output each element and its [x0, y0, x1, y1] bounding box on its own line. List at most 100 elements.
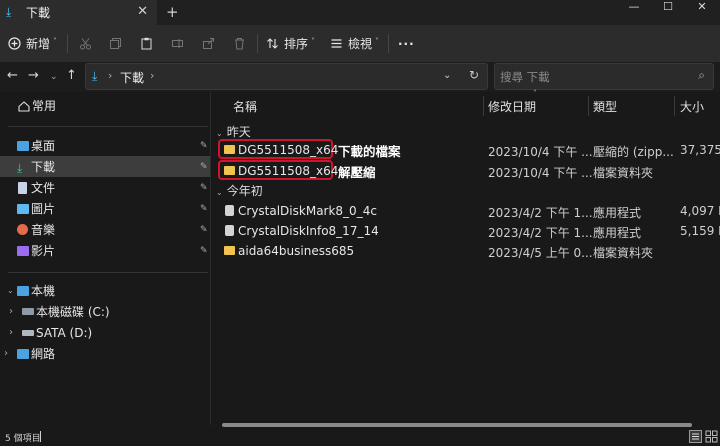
new-button[interactable]: 新增 ˅: [8, 25, 57, 62]
paste-button[interactable]: [140, 25, 153, 62]
tiles-view-icon[interactable]: [705, 430, 718, 443]
file-date: 2023/10/4 下午 ...: [488, 145, 593, 159]
horizontal-scrollbar[interactable]: [222, 423, 692, 427]
pin-icon[interactable]: ✎: [200, 246, 208, 256]
close-window-button[interactable]: ✕: [685, 0, 719, 18]
trash-icon: [235, 38, 244, 50]
cut-button[interactable]: [79, 25, 92, 62]
chevron-down-icon: ⌄: [216, 129, 223, 138]
delete-button[interactable]: [233, 25, 246, 62]
file-name: DG5511508_x64: [238, 164, 339, 178]
sidebar-item-this-pc[interactable]: ⌄ 本機: [0, 280, 210, 301]
pin-icon[interactable]: ✎: [200, 141, 208, 151]
chevron-down-icon: ⌄: [216, 188, 223, 197]
new-label: 新增: [26, 37, 51, 51]
table-row[interactable]: DG5511508_x64 解壓縮 2023/10/4 下午 ... 檔案資料夾: [211, 160, 720, 181]
table-row[interactable]: CrystalDiskInfo8_17_14 2023/4/2 下午 1... …: [211, 221, 720, 241]
divider: [388, 34, 389, 53]
chevron-right-icon[interactable]: ›: [9, 306, 13, 317]
chevron-right-icon[interactable]: ›: [9, 327, 13, 338]
file-name: aida64business685: [238, 244, 355, 258]
chevron-down-icon: ˅: [311, 37, 316, 46]
sidebar-item-drive-c[interactable]: › 本機磁碟 (C:): [0, 301, 210, 322]
chevron-down-icon[interactable]: ⌄: [7, 286, 14, 295]
more-options-button[interactable]: ···: [398, 25, 415, 62]
search-icon[interactable]: ⌕: [698, 68, 705, 83]
sort-ascending-icon: ˄: [533, 89, 537, 98]
column-divider[interactable]: [588, 96, 589, 116]
computer-icon: [17, 286, 29, 296]
back-button[interactable]: ←: [7, 68, 18, 83]
sidebar-item-downloads[interactable]: ⤓ 下載 ✎: [0, 156, 210, 177]
divider: [8, 272, 208, 273]
address-dropdown-icon[interactable]: ⌄: [443, 70, 451, 81]
share-icon: [203, 38, 214, 49]
forward-button[interactable]: →: [28, 68, 39, 83]
up-button[interactable]: ↑: [66, 68, 77, 83]
file-type: 壓縮的 (zipp...: [593, 145, 674, 159]
column-header-size[interactable]: 大小: [680, 98, 704, 115]
sidebar-item-drive-d[interactable]: › SATA (D:): [0, 322, 210, 343]
file-size: 37,375: [680, 143, 720, 157]
close-tab-icon[interactable]: ✕: [137, 4, 148, 19]
chevron-down-icon: ˅: [53, 37, 58, 46]
pin-icon[interactable]: ✎: [200, 162, 208, 172]
minimize-button[interactable]: —: [617, 0, 651, 18]
column-divider[interactable]: [483, 96, 484, 116]
column-header-date[interactable]: 修改日期: [488, 98, 536, 115]
sidebar-item-documents[interactable]: 文件 ✎: [0, 177, 210, 198]
sidebar-item-label: 本機: [31, 284, 56, 298]
tab-title: 下載: [26, 6, 51, 20]
sidebar-item-network[interactable]: › 網路: [0, 343, 210, 364]
file-size: 5,159 K: [680, 224, 720, 238]
file-list: 名稱 ˄ 修改日期 類型 大小 ⌄ 昨天 DG5511508_x64 下載的檔案 …: [211, 89, 720, 425]
table-row[interactable]: CrystalDiskMark8_0_4c 2023/4/2 下午 1... 應…: [211, 201, 720, 221]
file-size: 4,097 K: [680, 204, 720, 218]
column-divider[interactable]: [674, 96, 675, 116]
chevron-right-icon[interactable]: ›: [108, 69, 112, 82]
sidebar-item-home[interactable]: 常用: [0, 95, 210, 116]
details-view-icon[interactable]: [689, 430, 702, 443]
folder-icon: [224, 246, 235, 255]
column-header-type[interactable]: 類型: [593, 98, 617, 115]
copy-icon: [110, 38, 121, 49]
chevron-right-icon[interactable]: ›: [4, 348, 8, 359]
file-name: CrystalDiskInfo8_17_14: [238, 224, 379, 238]
search-input[interactable]: [495, 64, 685, 89]
chevron-right-icon[interactable]: ›: [150, 69, 154, 82]
sidebar-item-label: 常用: [32, 99, 57, 113]
share-button[interactable]: [202, 25, 215, 62]
sidebar-item-pictures[interactable]: 圖片 ✎: [0, 198, 210, 219]
application-icon: [225, 225, 234, 236]
rename-button[interactable]: [171, 25, 184, 62]
new-tab-button[interactable]: +: [166, 3, 179, 21]
group-header-this-year[interactable]: ⌄ 今年初: [216, 182, 263, 199]
pin-icon[interactable]: ✎: [200, 225, 208, 235]
picture-icon: [17, 204, 29, 214]
tab-downloads[interactable]: ⤓ 下載 ✕: [0, 0, 157, 25]
sidebar-item-desktop[interactable]: 桌面 ✎: [0, 135, 210, 156]
sidebar-item-label: 本機磁碟 (C:): [36, 305, 110, 319]
sidebar-item-label: SATA (D:): [36, 325, 93, 340]
refresh-icon[interactable]: ↻: [469, 68, 479, 82]
pin-icon[interactable]: ✎: [200, 183, 208, 193]
table-row[interactable]: aida64business685 2023/4/5 上午 0... 檔案資料夾: [211, 241, 720, 261]
column-header-name[interactable]: 名稱: [233, 98, 257, 115]
application-icon: [225, 205, 234, 216]
search-box[interactable]: ⌕: [494, 63, 714, 90]
copy-button[interactable]: [109, 25, 122, 62]
pin-icon[interactable]: ✎: [200, 204, 208, 214]
address-bar[interactable]: ⤓ › 下載 › ⌄ ↻: [85, 63, 488, 90]
sort-button[interactable]: 排序 ˅: [266, 25, 315, 62]
recent-locations-button[interactable]: ⌄: [50, 72, 58, 82]
table-row[interactable]: DG5511508_x64 下載的檔案 2023/10/4 下午 ... 壓縮的…: [211, 139, 720, 160]
breadcrumb-downloads[interactable]: 下載: [120, 69, 144, 86]
file-date: 2023/4/2 下午 1...: [488, 206, 593, 220]
maximize-button[interactable]: ☐: [651, 0, 685, 18]
view-button[interactable]: 檢視 ˅: [330, 25, 379, 62]
group-header-yesterday[interactable]: ⌄ 昨天: [216, 123, 251, 140]
sidebar-item-music[interactable]: 音樂 ✎: [0, 219, 210, 240]
sidebar-item-videos[interactable]: 影片 ✎: [0, 240, 210, 261]
download-icon: ⤓: [92, 69, 98, 83]
desktop-icon: [17, 141, 29, 151]
